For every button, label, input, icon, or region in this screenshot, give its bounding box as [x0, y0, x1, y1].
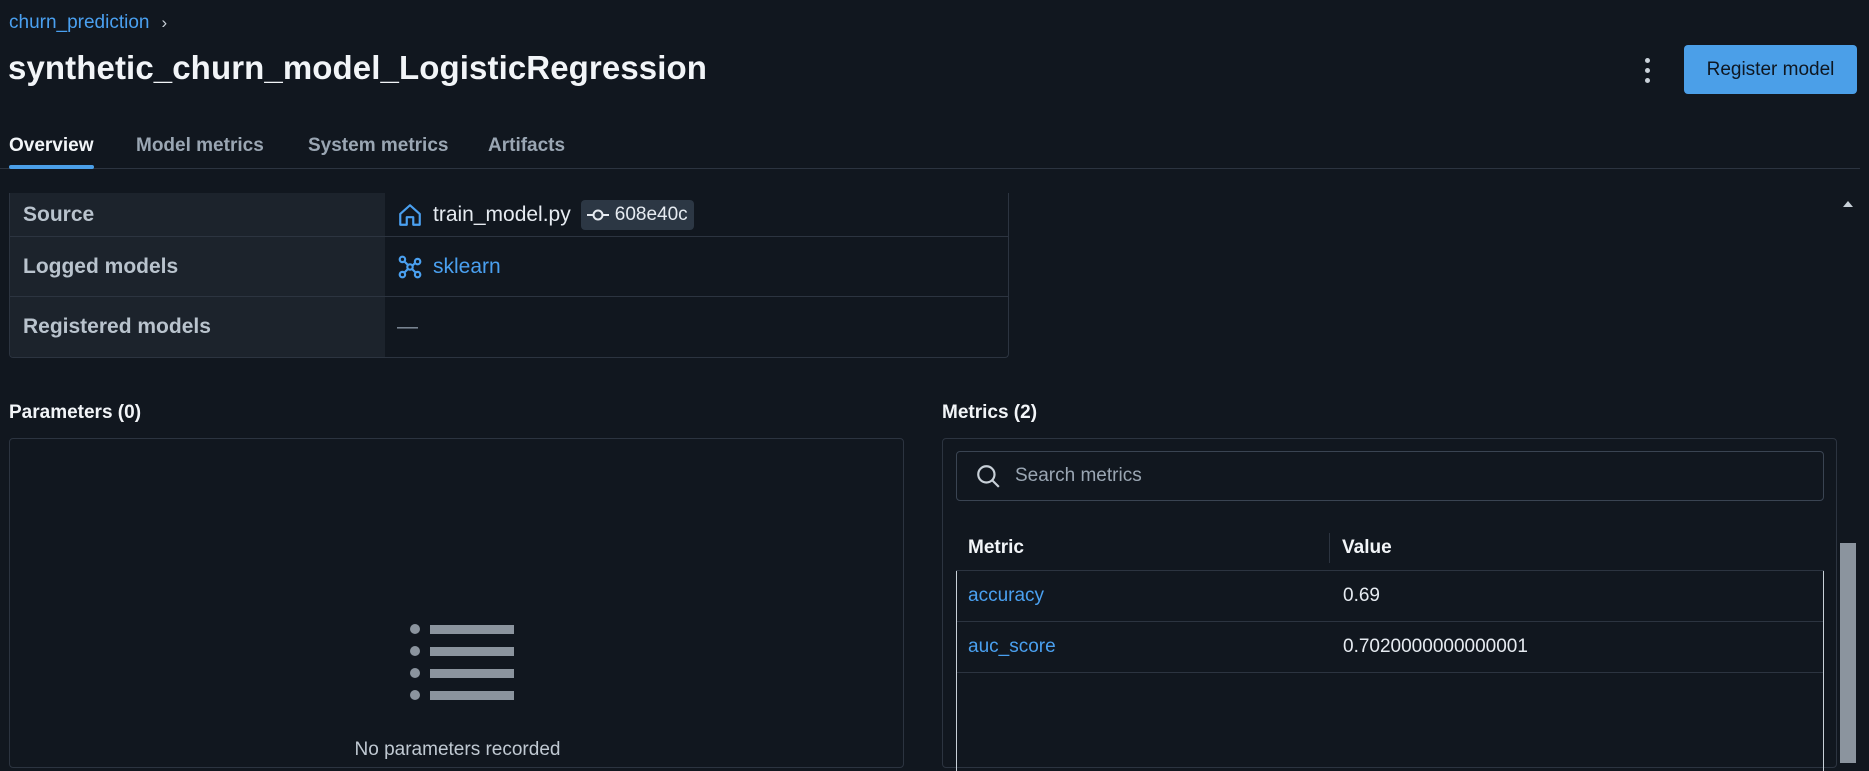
chevron-right-icon: › [161, 13, 168, 32]
metric-name-link[interactable]: auc_score [957, 636, 1330, 658]
details-row-registered-models: Registered models — [10, 297, 1008, 357]
source-file[interactable]: train_model.py [433, 203, 571, 227]
register-model-button[interactable]: Register model [1684, 45, 1857, 94]
logged-model-link[interactable]: sklearn [433, 255, 501, 279]
metric-value: 0.7020000000000001 [1343, 636, 1528, 657]
home-icon [399, 203, 421, 226]
parameters-panel: No parameters recorded [9, 438, 904, 768]
metric-name-link[interactable]: accuracy [957, 585, 1330, 607]
page-title: synthetic_churn_model_LogisticRegression [8, 49, 708, 86]
commit-hash: 608e40c [614, 203, 688, 225]
table-row: auc_score 0.7020000000000001 [957, 622, 1823, 673]
tab-overview[interactable]: Overview [9, 135, 94, 169]
model-icon [398, 255, 422, 278]
breadcrumb: churn_prediction › [9, 12, 167, 34]
metrics-search [956, 451, 1824, 501]
details-row-logged-models: Logged models sklearn [10, 237, 1008, 297]
run-details-table: Source train_model.py 608e40c Logged mod… [9, 193, 1009, 358]
metrics-table-header: Metric Value [956, 526, 1824, 571]
breadcrumb-experiment-link[interactable]: churn_prediction [9, 12, 149, 34]
metrics-search-input[interactable] [1013, 464, 1793, 488]
metrics-title: Metrics (2) [942, 402, 1038, 423]
metric-value: 0.69 [1343, 585, 1380, 606]
git-commit-icon [586, 209, 609, 220]
parameters-empty-text: No parameters recorded [354, 739, 561, 760]
parameters-title: Parameters (0) [9, 402, 142, 423]
tab-model-metrics[interactable]: Model metrics [136, 135, 264, 167]
tab-bar: Overview Model metrics System metrics Ar… [0, 130, 1860, 169]
page-scrollbar[interactable] [1839, 193, 1857, 763]
metrics-table-body: accuracy 0.69 auc_score 0.70200000000000… [956, 571, 1824, 771]
details-row-source: Source train_model.py 608e40c [10, 193, 1008, 237]
source-label: Source [10, 193, 385, 236]
search-icon [977, 465, 1000, 488]
registered-models-value: — [397, 315, 418, 338]
tab-system-metrics[interactable]: System metrics [308, 135, 448, 167]
metrics-panel: Metric Value accuracy 0.69 auc_score 0.7… [942, 438, 1837, 771]
value-column-header[interactable]: Value [1329, 537, 1392, 559]
commit-chip[interactable]: 608e40c [580, 199, 694, 230]
list-icon [410, 624, 514, 700]
scroll-up-icon[interactable] [1843, 201, 1853, 207]
tab-artifacts[interactable]: Artifacts [488, 135, 565, 167]
more-options-icon[interactable] [1637, 53, 1657, 87]
scrollbar-thumb[interactable] [1840, 543, 1856, 763]
metric-column-header[interactable]: Metric [956, 537, 1329, 559]
column-resizer[interactable] [1329, 533, 1330, 563]
registered-models-label: Registered models [10, 297, 385, 357]
logged-models-label: Logged models [10, 237, 385, 296]
metrics-table: Metric Value accuracy 0.69 auc_score 0.7… [956, 526, 1824, 771]
table-row: accuracy 0.69 [957, 571, 1823, 622]
